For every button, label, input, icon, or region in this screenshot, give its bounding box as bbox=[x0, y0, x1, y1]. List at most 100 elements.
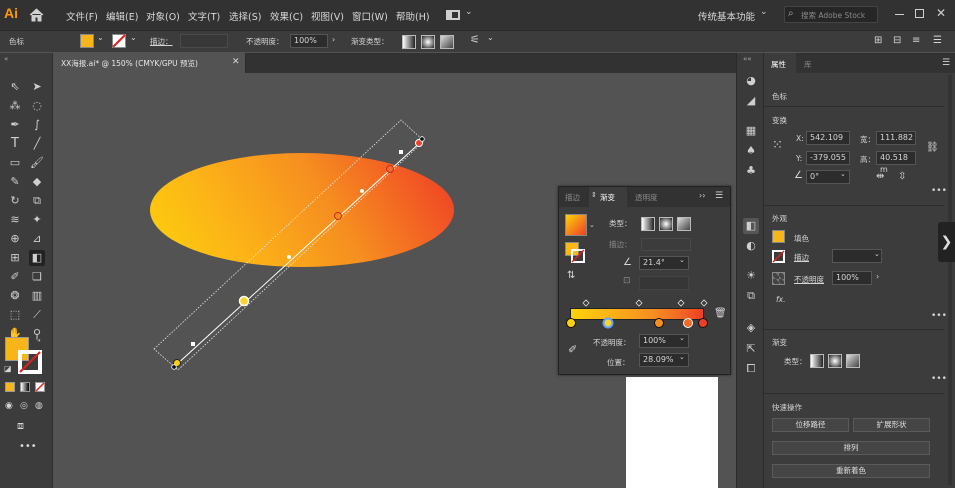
gradient-stroke-swatch[interactable] bbox=[571, 249, 585, 263]
restore-button[interactable] bbox=[915, 9, 924, 18]
minimize-button[interactable] bbox=[895, 14, 904, 15]
color-mode-icon[interactable] bbox=[5, 382, 15, 392]
properties-menu-icon[interactable]: ☰ bbox=[942, 58, 950, 68]
gradient-midpoint[interactable] bbox=[287, 255, 291, 259]
perspective-grid-tool-icon[interactable]: ⊿ bbox=[29, 231, 45, 247]
close-button[interactable]: ✕ bbox=[936, 6, 946, 20]
puppet-warp-tool-icon[interactable]: ✦ bbox=[29, 212, 45, 228]
arrange-documents-icon[interactable] bbox=[446, 10, 460, 20]
symbols-panel-icon[interactable]: ♣ bbox=[743, 163, 759, 179]
flip-vertical-icon[interactable]: ⇳ bbox=[898, 171, 906, 182]
search-input[interactable]: 搜索 Adobe Stock bbox=[801, 10, 865, 21]
lasso-tool-icon[interactable]: ◌ bbox=[29, 98, 45, 114]
stop-location-chevron-icon[interactable]: ⌄ bbox=[679, 353, 685, 361]
stroke-weight-field[interactable] bbox=[180, 34, 228, 48]
menu-window[interactable]: 窗口(W) bbox=[352, 9, 388, 23]
aspect-ratio-field[interactable] bbox=[639, 276, 689, 290]
rectangle-tool-icon[interactable]: ▭ bbox=[7, 155, 23, 171]
color-panel-icon[interactable]: ◕ bbox=[743, 73, 759, 89]
opacity-label[interactable]: 不透明度： bbox=[246, 36, 284, 47]
gradient-stop-selected[interactable] bbox=[238, 295, 250, 307]
magic-wand-tool-icon[interactable]: ⁂ bbox=[7, 98, 23, 114]
workspace-chevron-icon[interactable]: ⌄ bbox=[760, 7, 768, 17]
type-tool-icon[interactable]: T bbox=[7, 136, 23, 152]
swatches-panel-icon[interactable]: ▦ bbox=[743, 123, 759, 139]
offset-path-button[interactable]: 位移路径 bbox=[772, 418, 849, 432]
pen-tool-icon[interactable]: ✒ bbox=[7, 117, 23, 133]
panel-collapse-icon[interactable]: ›› bbox=[699, 191, 705, 200]
more-gradient-options-icon[interactable]: ••• bbox=[931, 374, 947, 384]
gradient-preset-chevron-icon[interactable]: ⌄ bbox=[589, 221, 595, 229]
stroke-label[interactable]: 描边： bbox=[150, 36, 173, 47]
rotate-tool-icon[interactable]: ↻ bbox=[7, 193, 23, 209]
radial-gradient-icon[interactable] bbox=[421, 35, 435, 49]
home-icon[interactable] bbox=[29, 8, 44, 22]
width-field[interactable]: 111.882 bbox=[876, 131, 916, 145]
document-tab[interactable]: XX海报.ai* @ 150% (CMYK/GPU 预览) ✕ bbox=[54, 53, 246, 73]
tab-libraries[interactable]: 库 bbox=[804, 59, 812, 70]
radial-type-icon[interactable] bbox=[659, 217, 673, 231]
canvas[interactable]: 描边 渐变 ⇕ 透明度 ›› ☰ ⌄ 类型： 描边： ⇅ ∠ 21.4° ⌄ ⊡ bbox=[54, 73, 736, 488]
appearance-opacity-arrow-icon[interactable]: › bbox=[876, 272, 879, 281]
transform-icon[interactable]: ⊟ bbox=[893, 35, 901, 46]
panel-expand-arrow-icon[interactable]: ❯ bbox=[938, 222, 955, 262]
swap-colors-icon[interactable]: ⤷ bbox=[36, 335, 40, 345]
menu-effect[interactable]: 效果(C) bbox=[270, 9, 303, 23]
expand-shape-button[interactable]: 扩展形状 bbox=[853, 418, 930, 432]
eraser-tool-icon[interactable]: ◆ bbox=[29, 174, 45, 190]
asset-export-panel-icon[interactable]: ⇱ bbox=[743, 341, 759, 357]
panel-menu-icon[interactable]: ☰ bbox=[933, 35, 942, 46]
gradient-tool-icon[interactable]: ◧ bbox=[29, 250, 45, 266]
appearance-stroke-chevron-icon[interactable]: ⌄ bbox=[874, 250, 880, 258]
close-tab-icon[interactable]: ✕ bbox=[232, 57, 240, 67]
column-graph-tool-icon[interactable]: ▥ bbox=[29, 288, 45, 304]
transparency-panel-icon[interactable]: ◐ bbox=[743, 238, 759, 254]
menu-view[interactable]: 视图(V) bbox=[311, 9, 344, 23]
direct-selection-tool-icon[interactable]: ➤ bbox=[29, 79, 45, 95]
tab-gradient[interactable]: 渐变 ⇕ bbox=[589, 187, 627, 207]
opacity-field[interactable]: 100% bbox=[290, 34, 328, 48]
shape-builder-tool-icon[interactable]: ⊕ bbox=[7, 231, 23, 247]
gradient-preview-swatch[interactable] bbox=[565, 214, 587, 236]
stock-search[interactable]: ⌕ 搜索 Adobe Stock bbox=[784, 6, 878, 23]
selection-tool-icon[interactable]: ⇖ bbox=[7, 79, 23, 95]
draw-normal-icon[interactable]: ◉ bbox=[5, 401, 13, 411]
linear-type-icon[interactable] bbox=[641, 217, 655, 231]
constrain-proportions-icon[interactable]: ⛓ bbox=[926, 142, 939, 153]
gradient-slider-midpoints[interactable] bbox=[567, 299, 717, 307]
menu-type[interactable]: 文字(T) bbox=[188, 9, 220, 23]
mesh-tool-icon[interactable]: ⊞ bbox=[7, 250, 23, 266]
menu-select[interactable]: 选择(S) bbox=[229, 9, 261, 23]
curvature-tool-icon[interactable]: ∫ bbox=[29, 117, 45, 133]
appearance-fill-swatch[interactable] bbox=[772, 230, 785, 243]
freeform-gradient-icon[interactable] bbox=[440, 35, 454, 49]
toolbar-collapse-icon[interactable]: « bbox=[4, 55, 8, 63]
linear-gradient-icon[interactable] bbox=[402, 35, 416, 49]
recolor-button[interactable]: 重新着色 bbox=[772, 464, 930, 478]
tab-transparency[interactable]: 透明度 bbox=[635, 192, 658, 203]
delete-stop-icon[interactable]: 🗑 bbox=[714, 308, 727, 319]
graphic-styles-panel-icon[interactable]: ⧉ bbox=[743, 288, 759, 304]
tab-options-icon[interactable]: ⇕ bbox=[591, 191, 597, 199]
artboard-tool-icon[interactable]: ⬚ bbox=[7, 307, 23, 323]
draw-behind-icon[interactable]: ◎ bbox=[20, 401, 28, 411]
draw-inside-icon[interactable]: ◍ bbox=[35, 401, 43, 411]
stop-eyedropper-icon[interactable]: ✐ bbox=[568, 343, 577, 356]
brushes-panel-icon[interactable]: ♠ bbox=[743, 143, 759, 159]
isolate-icon[interactable]: ≡ bbox=[912, 35, 920, 46]
paintbrush-tool-icon[interactable]: 🖌 bbox=[29, 155, 45, 171]
stroke-none-swatch[interactable] bbox=[112, 34, 126, 48]
gradient-origin-handle[interactable] bbox=[171, 364, 177, 370]
line-tool-icon[interactable]: ╱ bbox=[29, 136, 45, 152]
symbol-sprayer-tool-icon[interactable]: ❂ bbox=[7, 288, 23, 304]
x-field[interactable]: 542.109 bbox=[806, 131, 850, 145]
strip-collapse-icon[interactable]: «« bbox=[743, 55, 752, 63]
appearance-opacity-field[interactable]: 100% bbox=[832, 271, 872, 285]
fill-swatch[interactable] bbox=[80, 34, 94, 48]
stop-opacity-chevron-icon[interactable]: ⌄ bbox=[679, 334, 685, 342]
gradient-mode-icon[interactable] bbox=[20, 382, 30, 392]
height-field[interactable]: 40.518 m bbox=[876, 151, 916, 174]
blend-tool-icon[interactable]: ❏ bbox=[29, 269, 45, 285]
gradient-panel-icon[interactable]: ◧ bbox=[743, 218, 759, 234]
width-tool-icon[interactable]: ≋ bbox=[7, 212, 23, 228]
